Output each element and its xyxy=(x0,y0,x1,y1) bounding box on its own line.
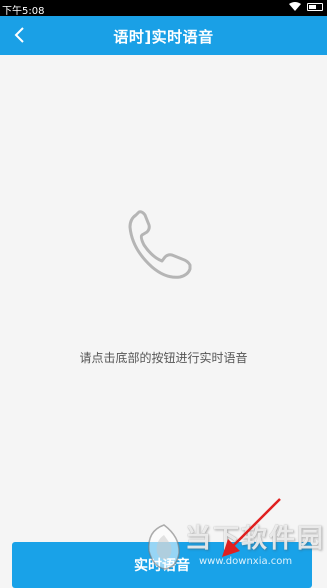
phone-handset-icon xyxy=(128,210,192,279)
battery-icon xyxy=(307,2,323,11)
realtime-voice-button-label: 实时语音 xyxy=(134,558,190,574)
page-title: 语时]实时语音 xyxy=(113,28,214,46)
hint-text: 请点击底部的按钮进行实时语音 xyxy=(79,351,248,365)
main-content: 请点击底部的按钮进行实时语音 xyxy=(0,55,327,535)
realtime-voice-button[interactable]: 实时语音 xyxy=(12,542,312,588)
status-icons xyxy=(289,2,323,11)
wifi-icon xyxy=(289,2,301,11)
app-header: 语时]实时语音 xyxy=(0,16,327,55)
status-bar: 下午5:08 xyxy=(0,0,327,17)
status-time: 下午5:08 xyxy=(2,6,45,17)
